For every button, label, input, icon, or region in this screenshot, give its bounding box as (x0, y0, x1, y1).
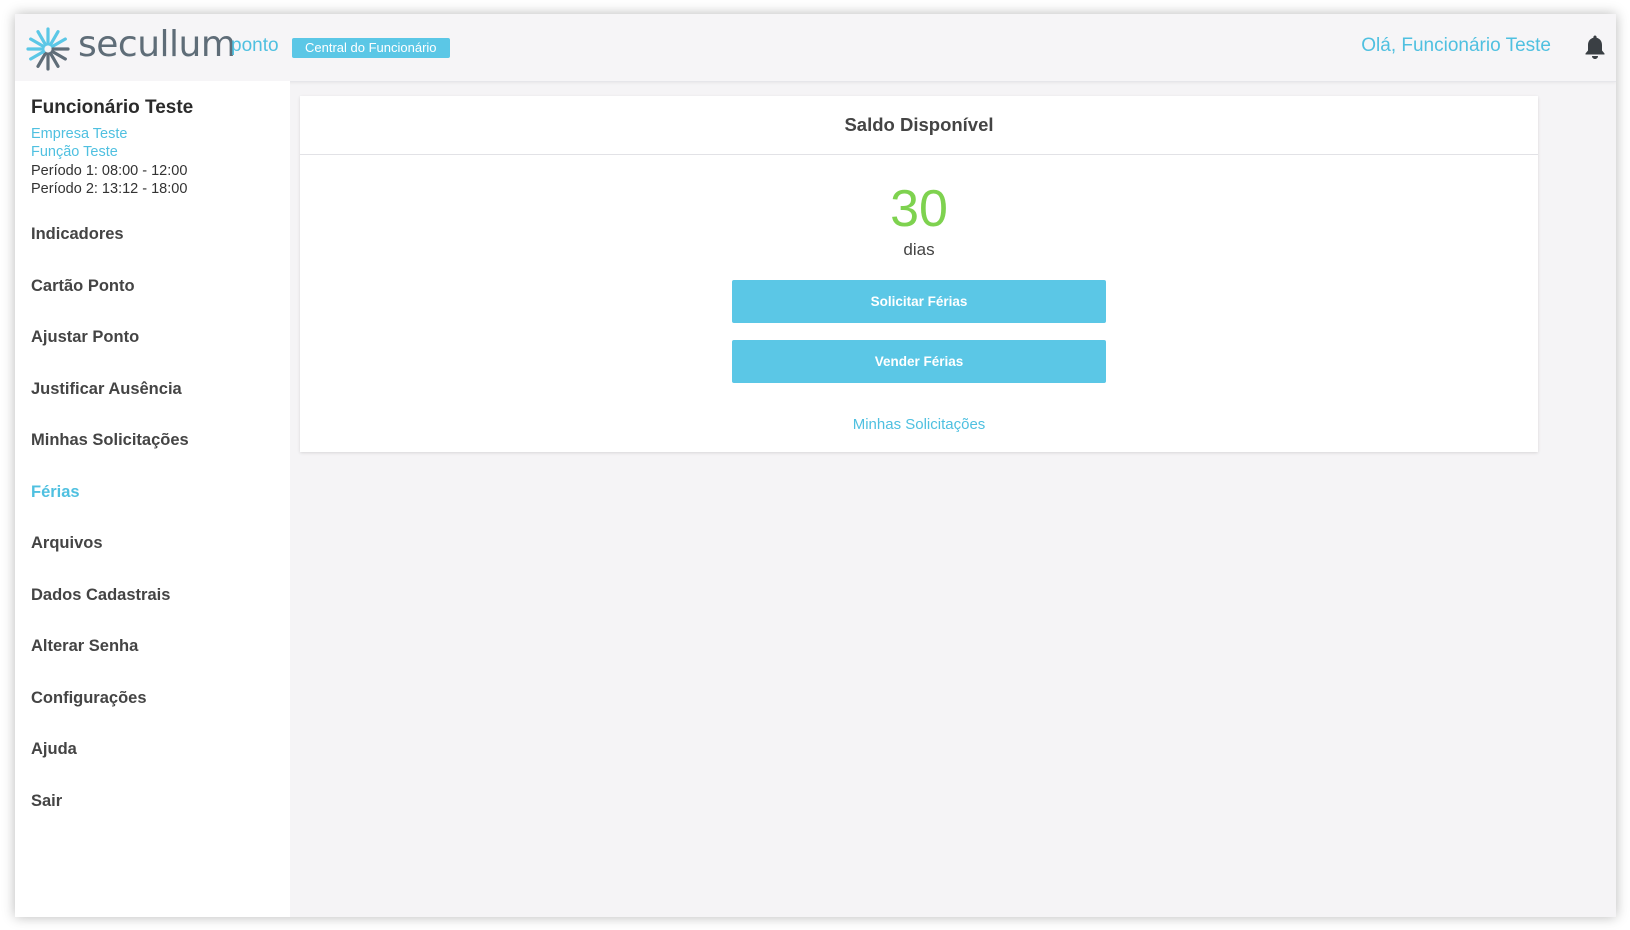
sidebar-item-ajustar-ponto[interactable]: Ajustar Ponto (15, 312, 290, 364)
sidebar-item-dados-cadastrais[interactable]: Dados Cadastrais (15, 570, 290, 622)
my-requests-link[interactable]: Minhas Solicitações (300, 416, 1538, 433)
sidebar-item-justificar-ausencia[interactable]: Justificar Ausência (15, 364, 290, 416)
sidebar-item-sair[interactable]: Sair (15, 776, 290, 828)
sidebar: Funcionário Teste Empresa Teste Função T… (15, 81, 290, 917)
employee-period-1: Período 1: 08:00 - 12:00 (31, 163, 188, 179)
sidebar-item-minhas-solicitacoes[interactable]: Minhas Solicitações (15, 415, 290, 467)
vacation-balance-card: Saldo Disponível 30 dias Solicitar Féria… (300, 96, 1538, 452)
sidebar-item-cartao-ponto[interactable]: Cartão Ponto (15, 261, 290, 313)
secullum-logo-icon (26, 27, 70, 71)
sidebar-item-alterar-senha[interactable]: Alterar Senha (15, 621, 290, 673)
employee-role: Função Teste (31, 144, 118, 160)
sidebar-nav: Indicadores Cartão Ponto Ajustar Ponto J… (15, 209, 290, 827)
sidebar-item-indicadores[interactable]: Indicadores (15, 209, 290, 261)
bell-icon[interactable] (1584, 34, 1606, 60)
employee-period-2: Período 2: 13:12 - 18:00 (31, 181, 188, 197)
employee-company: Empresa Teste (31, 126, 128, 142)
sidebar-item-ferias[interactable]: Férias (15, 467, 290, 519)
brand-name: secullum (78, 24, 236, 65)
sidebar-item-configuracoes[interactable]: Configurações (15, 673, 290, 725)
sidebar-item-ajuda[interactable]: Ajuda (15, 724, 290, 776)
balance-value: 30 (890, 180, 948, 238)
central-badge: Central do Funcionário (292, 38, 450, 58)
app-window: secullum ponto Central do Funcionário Ol… (15, 14, 1616, 917)
request-vacation-button[interactable]: Solicitar Férias (732, 280, 1106, 323)
sell-vacation-button[interactable]: Vender Férias (732, 340, 1106, 383)
balance-unit: dias (903, 240, 935, 259)
product-name: ponto (231, 35, 279, 56)
employee-name: Funcionário Teste (31, 97, 194, 118)
card-title: Saldo Disponível (300, 96, 1538, 155)
sidebar-item-arquivos[interactable]: Arquivos (15, 518, 290, 570)
top-bar: secullum ponto Central do Funcionário Ol… (15, 14, 1616, 82)
user-greeting[interactable]: Olá, Funcionário Teste (1361, 35, 1551, 57)
